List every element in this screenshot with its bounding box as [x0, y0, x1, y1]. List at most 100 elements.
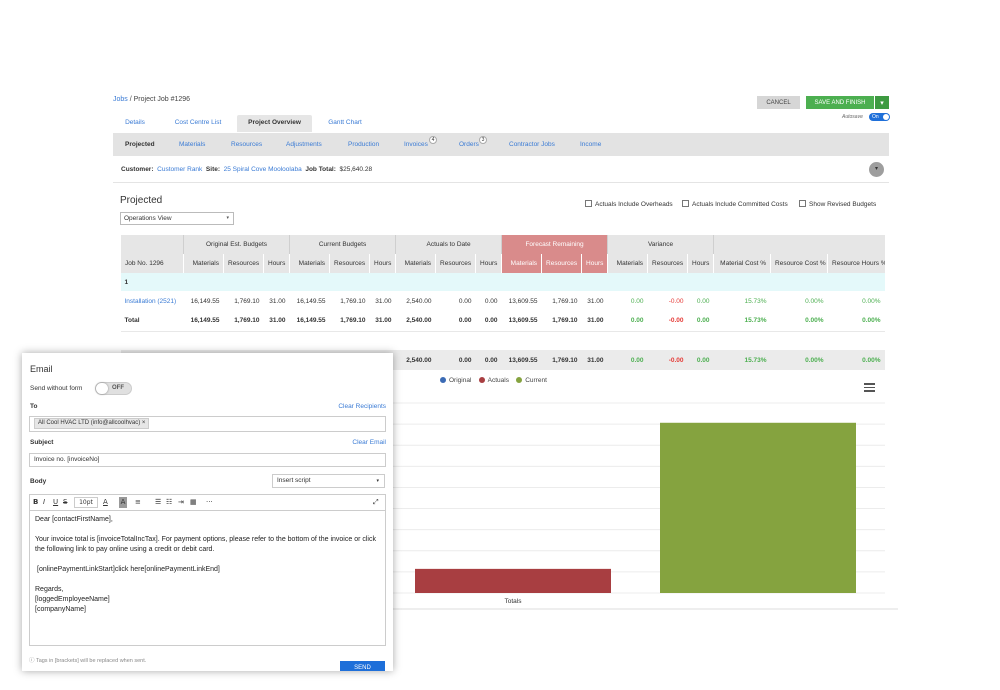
numbered-list-button[interactable]: ☷: [166, 497, 172, 508]
checkbox-box: [585, 200, 592, 207]
subnav-contractor-jobs[interactable]: Contractor Jobs: [509, 133, 555, 156]
clear-email-link[interactable]: Clear Email: [352, 439, 386, 446]
cell: 0.00%: [862, 297, 881, 305]
show-revised-budgets-checkbox[interactable]: Show Revised Budgets: [799, 200, 876, 209]
cell: 15.73%: [713, 350, 771, 370]
col-resource-cost-pct: Resource Cost %: [770, 254, 828, 273]
tab-cost-centre-list[interactable]: Cost Centre List: [165, 115, 231, 132]
bar-current[interactable]: [660, 422, 856, 593]
cell: 0.00: [435, 350, 476, 370]
strikethrough-button[interactable]: S: [63, 497, 67, 508]
checkbox-box: [799, 200, 806, 207]
subnav-projected[interactable]: Projected: [125, 133, 155, 156]
checkbox-label: Actuals Include Committed Costs: [692, 201, 788, 208]
fullscreen-icon[interactable]: ⤢: [373, 497, 379, 508]
subnav-invoices[interactable]: Invoices: [404, 133, 428, 156]
view-select-value: Operations View: [124, 215, 172, 222]
email-body-editor[interactable]: Dear [contactFirstName], Your invoice to…: [29, 510, 386, 646]
col-hours: Hours: [475, 254, 502, 273]
subject-label: Subject: [30, 439, 54, 446]
cancel-button[interactable]: CANCEL: [757, 96, 800, 109]
col-material-cost-pct: Material Cost %: [713, 254, 771, 273]
cell: -0.00: [647, 311, 688, 331]
indent-button[interactable]: ⇥: [178, 497, 184, 508]
cell: 0.00: [475, 311, 502, 331]
save-options-dropdown[interactable]: ▾: [875, 96, 889, 109]
section-title: Projected: [120, 195, 163, 206]
group-variance: Variance: [607, 235, 714, 254]
col-resources: Resources: [647, 254, 688, 273]
cell: 31.00: [375, 297, 392, 305]
remove-recipient-icon[interactable]: ×: [142, 420, 146, 426]
col-resources: Resources: [329, 254, 370, 273]
subject-input[interactable]: Invoice no. [invoiceNo]: [29, 453, 386, 467]
subnav-income[interactable]: Income: [580, 133, 601, 156]
subnav-production[interactable]: Production: [348, 133, 379, 156]
spacer-cell: [120, 330, 885, 350]
legend-item-current[interactable]: Current: [516, 377, 547, 384]
save-and-finish-button[interactable]: SAVE AND FINISH: [806, 96, 874, 109]
insert-script-select[interactable]: Insert script ▾: [272, 474, 385, 488]
legend-label: Original: [449, 377, 472, 384]
group-current-budgets: Current Budgets: [289, 235, 396, 254]
chart-menu-icon[interactable]: [864, 383, 875, 392]
toggle-knob: [883, 114, 889, 120]
checkbox-label: Actuals Include Overheads: [595, 201, 673, 208]
col-hours: Hours: [581, 254, 608, 273]
x-tick-label: Totals: [505, 598, 523, 605]
site-link[interactable]: 25 Spiral Cove Mooloolaba: [224, 166, 302, 173]
legend-item-original[interactable]: Original: [440, 377, 471, 384]
table-button[interactable]: ▦: [190, 497, 197, 508]
send-button[interactable]: SEND: [340, 661, 385, 671]
col-resources: Resources: [435, 254, 476, 273]
sub-navigation: Projected Materials Resources Adjustment…: [113, 133, 889, 156]
table-spacer-row: [120, 330, 885, 350]
font-size-select[interactable]: 10pt: [74, 497, 98, 508]
subnav-materials[interactable]: Materials: [179, 133, 205, 156]
subnav-adjustments[interactable]: Adjustments: [286, 133, 322, 156]
cell: 1,769.10: [340, 297, 366, 305]
job-total-value: $25,640.28: [339, 166, 373, 173]
autosave-toggle[interactable]: On: [869, 113, 890, 121]
recipients-field[interactable]: All Cool HVAC LTD (info@allcoolhvac) ×: [29, 416, 386, 432]
autosave-state: On: [872, 114, 879, 120]
cell: 0.00: [475, 350, 502, 370]
view-select[interactable]: Operations View ▾: [120, 212, 234, 225]
subnav-resources[interactable]: Resources: [231, 133, 262, 156]
legend-item-actuals[interactable]: Actuals: [478, 377, 509, 384]
cost-centre-link[interactable]: Installation (2521): [121, 291, 184, 311]
customer-label: Customer:: [121, 166, 154, 173]
more-options-button[interactable]: ···: [206, 497, 213, 508]
italic-button[interactable]: I: [43, 497, 45, 508]
col-materials: Materials: [501, 254, 542, 273]
actuals-include-overheads-checkbox[interactable]: Actuals Include Overheads: [585, 200, 673, 209]
tab-project-overview[interactable]: Project Overview: [237, 115, 312, 132]
clear-recipients-link[interactable]: Clear Recipients: [338, 403, 386, 410]
cell: 0.00: [687, 350, 714, 370]
expand-details-button[interactable]: ▾: [869, 162, 884, 177]
text-color-button[interactable]: A: [103, 497, 108, 508]
send-without-form-label: Send without form: [30, 385, 83, 392]
tab-gantt-chart[interactable]: Gantt Chart: [317, 115, 373, 132]
cell: 0.00%: [770, 311, 828, 331]
site-label: Site:: [205, 166, 221, 173]
align-button[interactable]: ≡: [135, 497, 141, 508]
checkbox-box: [682, 200, 689, 207]
tab-details[interactable]: Details: [113, 115, 157, 132]
col-materials: Materials: [289, 254, 330, 273]
bar-actuals[interactable]: [415, 568, 611, 593]
body-line: [loggedEmployeeName]: [35, 596, 110, 603]
actuals-include-committed-checkbox[interactable]: Actuals Include Committed Costs: [682, 200, 788, 209]
bullet-list-button[interactable]: ☰: [155, 497, 161, 508]
customer-link[interactable]: Customer Rank: [157, 166, 202, 173]
cell: 13,609.55: [501, 311, 542, 331]
bold-button[interactable]: B: [33, 497, 38, 508]
breadcrumb-jobs-link[interactable]: Jobs: [113, 96, 128, 103]
subnav-orders[interactable]: Orders: [459, 133, 479, 156]
send-without-form-toggle[interactable]: OFF: [95, 382, 132, 395]
highlight-button[interactable]: A: [119, 497, 127, 508]
body-line: [companyName]: [35, 606, 86, 613]
body-label: Body: [30, 478, 47, 485]
toggle-knob: [96, 383, 108, 394]
underline-button[interactable]: U: [53, 497, 58, 508]
